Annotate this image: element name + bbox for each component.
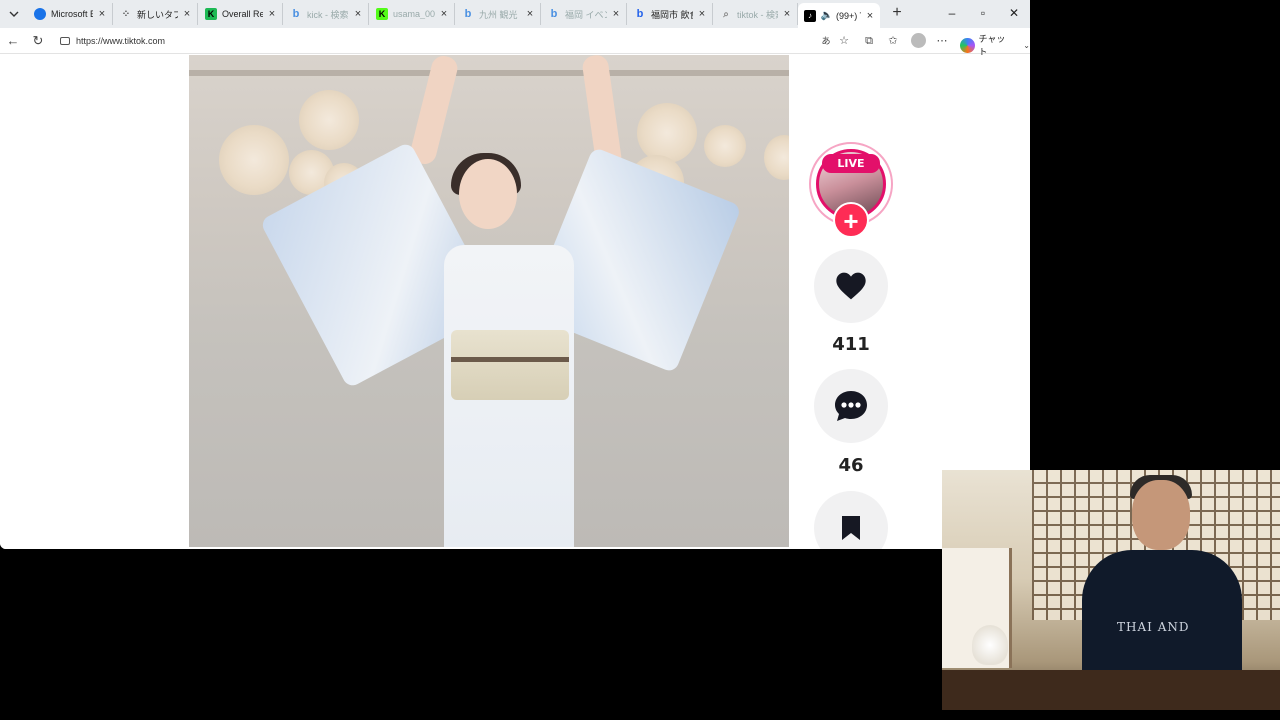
close-window-button[interactable]: ✕: [1000, 4, 1028, 22]
extensions-icon[interactable]: ⧉: [861, 33, 877, 49]
tab-label: 九州 観光: [479, 9, 518, 20]
obi-cord: [451, 357, 569, 362]
close-icon[interactable]: ×: [864, 10, 876, 22]
tab-label: (99+) TikT: [836, 10, 861, 21]
close-icon[interactable]: ×: [352, 8, 364, 20]
tiktok-icon: ♪: [804, 9, 816, 22]
bing-icon: b: [464, 8, 472, 20]
read-aloud-icon[interactable]: あ: [818, 33, 834, 49]
url-text: https://www.tiktok.com: [76, 36, 166, 46]
close-icon[interactable]: ×: [181, 8, 193, 20]
follow-button[interactable]: +: [833, 202, 869, 238]
wall-trim: [189, 70, 789, 76]
tiktok-page: LIVE + 411 46: [0, 55, 1030, 549]
tab-label: kick - 検索: [307, 9, 349, 20]
bing-icon: b: [550, 8, 558, 20]
tab-usama[interactable]: K usama_001 ×: [370, 3, 455, 25]
close-icon[interactable]: ×: [438, 8, 450, 20]
favorites-icon[interactable]: ✩: [885, 33, 901, 49]
search-icon: ⌕: [723, 8, 729, 20]
live-video[interactable]: [189, 55, 789, 547]
tab-label: 福岡市 飲食: [651, 9, 693, 20]
tab-tiktok-active[interactable]: ♪ 🔈 (99+) TikT ×: [798, 3, 880, 28]
tab-kyushu[interactable]: b 九州 観光 ×: [456, 3, 541, 25]
tab-fukuoka-event[interactable]: b 福岡 イベント ×: [542, 3, 627, 25]
minimize-button[interactable]: –: [938, 4, 966, 22]
wall-flower: [704, 125, 746, 167]
tab-label: 新しいタブ: [137, 9, 178, 20]
maximize-button[interactable]: ▫: [969, 4, 997, 22]
like-button[interactable]: [814, 249, 888, 323]
address-bar: ← ↻ https://www.tiktok.com あ ☆ ⧉ ✩ ⋯ チャッ…: [0, 28, 1030, 57]
shirt-print: THAI AND: [1117, 620, 1190, 634]
tab-tiktok-search[interactable]: ⌕ tiktok - 検索 ×: [714, 3, 798, 25]
chevron-down-icon: [9, 11, 19, 17]
tab-kick-search[interactable]: b kick - 検索 ×: [284, 3, 369, 25]
wall-flower: [299, 90, 359, 150]
kimono-obi: [451, 330, 569, 400]
wall-flower: [219, 125, 289, 195]
copilot-icon: [960, 37, 975, 53]
wall-flower: [764, 135, 789, 180]
bing-icon: b: [636, 8, 644, 20]
lock-icon: [60, 37, 70, 45]
bookmark-button[interactable]: [814, 491, 888, 549]
browser-window: Microsoft Ed × ⁘ 新しいタブ × K Overall Revo …: [0, 0, 1030, 549]
action-column: LIVE + 411 46: [806, 140, 896, 549]
comment-button[interactable]: [814, 369, 888, 443]
k-icon: K: [205, 8, 217, 20]
tab-label: Microsoft Ed: [51, 9, 93, 19]
tab-label: tiktok - 検索: [737, 9, 778, 20]
new-tab-button[interactable]: +: [888, 4, 906, 22]
live-badge: LIVE: [822, 154, 880, 173]
k-icon: K: [376, 8, 388, 20]
like-count: 411: [832, 334, 870, 355]
more-menu-icon[interactable]: ⋯: [934, 33, 950, 49]
lamp: [972, 625, 1008, 665]
close-icon[interactable]: ×: [266, 8, 278, 20]
webcam-overlay: THAI AND: [942, 470, 1280, 710]
tab-overall-revo[interactable]: K Overall Revo ×: [199, 3, 283, 25]
heart-icon: [836, 272, 866, 300]
close-icon[interactable]: ×: [696, 8, 708, 20]
tab-microsoft-edge[interactable]: Microsoft Ed ×: [28, 3, 113, 25]
speaker-icon[interactable]: 🔈: [821, 10, 833, 22]
profile-avatar[interactable]: [911, 33, 926, 48]
loading-icon: ⁘: [121, 8, 131, 20]
close-icon[interactable]: ×: [96, 8, 108, 20]
tab-label: 福岡 イベント: [565, 9, 607, 20]
tab-label: usama_001: [393, 9, 435, 19]
close-icon[interactable]: ×: [781, 8, 793, 20]
tab-actions-menu-button[interactable]: [4, 5, 24, 23]
bing-icon: b: [292, 8, 300, 20]
tab-label: Overall Revo: [222, 9, 263, 19]
comment-icon: [835, 391, 867, 421]
comment-count: 46: [838, 455, 864, 476]
tab-fukuoka-food[interactable]: b 福岡市 飲食 ×: [628, 3, 713, 25]
favorite-star-icon[interactable]: ☆: [836, 33, 852, 49]
bookmark-icon: [842, 516, 860, 540]
edge-icon: [34, 8, 46, 20]
close-icon[interactable]: ×: [610, 8, 622, 20]
wall-flower: [637, 103, 697, 163]
back-button[interactable]: ←: [4, 32, 22, 50]
chevron-down-icon: ⌄: [1023, 40, 1030, 50]
tab-new-tab[interactable]: ⁘ 新しいタブ ×: [114, 3, 198, 25]
close-icon[interactable]: ×: [524, 8, 536, 20]
streamer-face: [1132, 480, 1190, 550]
table: [942, 670, 1280, 710]
url-field[interactable]: https://www.tiktok.com: [54, 31, 834, 51]
dancer-face: [459, 159, 517, 229]
refresh-button[interactable]: ↻: [29, 32, 47, 50]
tab-bar: Microsoft Ed × ⁘ 新しいタブ × K Overall Revo …: [0, 0, 1030, 28]
